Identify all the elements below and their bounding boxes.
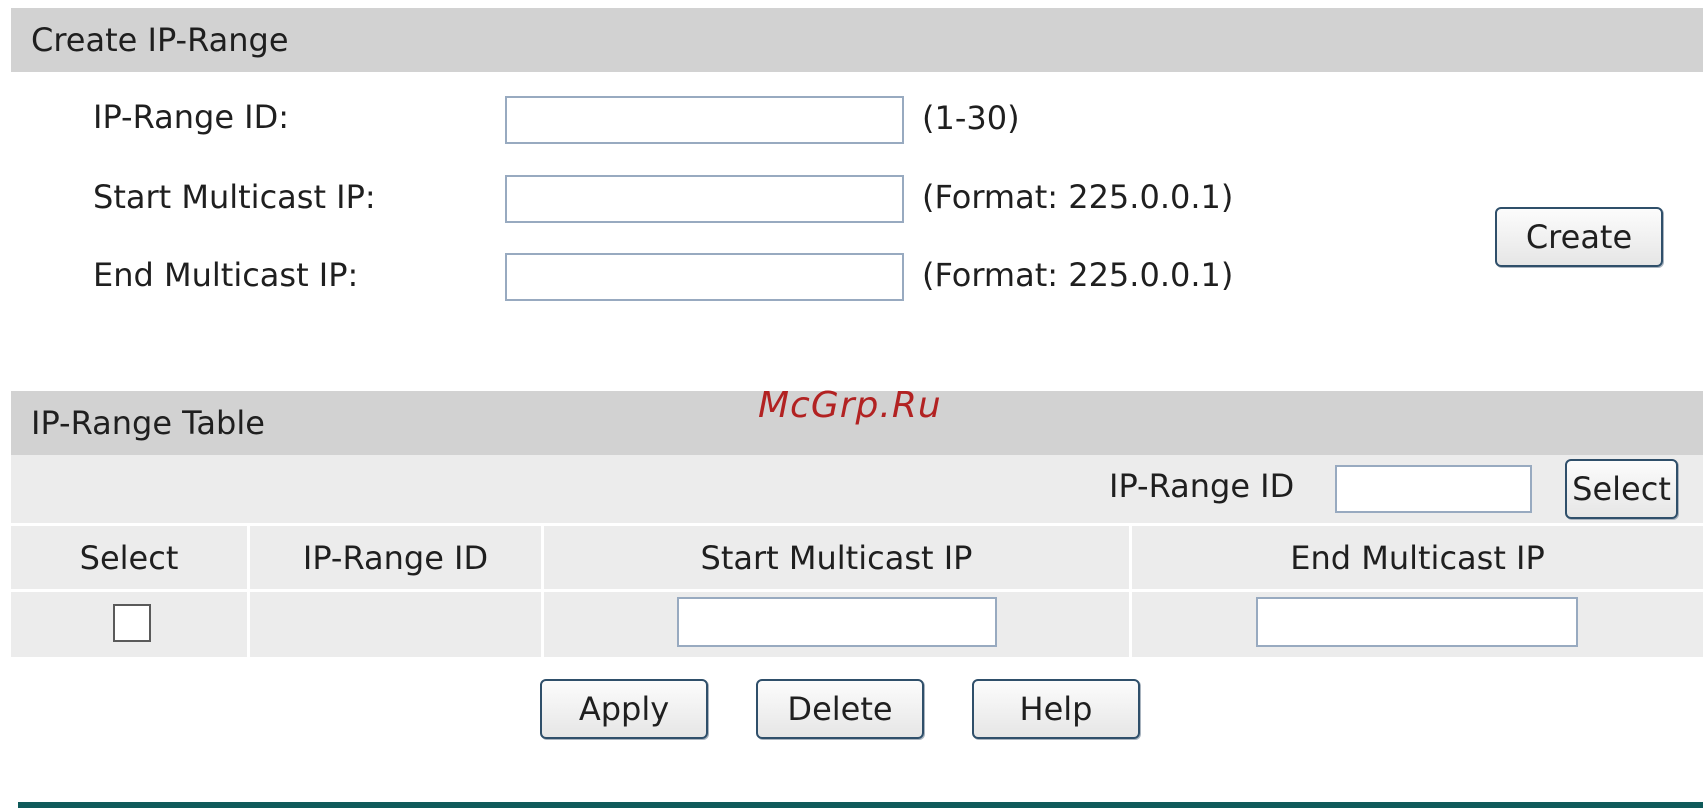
- column-header-ip-range-id: IP-Range ID: [302, 539, 489, 577]
- start-multicast-ip-input[interactable]: [505, 175, 904, 223]
- start-multicast-ip-hint: (Format: 225.0.0.1): [922, 178, 1234, 216]
- row-end-multicast-ip-input[interactable]: [1256, 597, 1578, 647]
- column-header-select: Select: [79, 539, 179, 577]
- end-multicast-ip-label: End Multicast IP:: [93, 256, 359, 294]
- apply-button[interactable]: Apply: [540, 679, 708, 739]
- column-header-end-multicast-ip: End Multicast IP: [1290, 539, 1545, 577]
- end-multicast-ip-input[interactable]: [505, 253, 904, 301]
- delete-button[interactable]: Delete: [756, 679, 924, 739]
- ip-range-id-hint: (1-30): [922, 99, 1020, 137]
- search-ip-range-id-label: IP-Range ID: [1109, 467, 1295, 505]
- row-start-multicast-ip-input[interactable]: [677, 597, 997, 647]
- footer-divider: [18, 802, 1703, 808]
- column-header-start-multicast-ip: Start Multicast IP: [700, 539, 973, 577]
- search-ip-range-id-input[interactable]: [1335, 465, 1532, 513]
- create-button[interactable]: Create: [1495, 207, 1663, 267]
- end-multicast-ip-hint: (Format: 225.0.0.1): [922, 256, 1234, 294]
- watermark-text: McGrp.Ru: [758, 385, 942, 426]
- ip-range-id-input[interactable]: [505, 96, 904, 144]
- help-button[interactable]: Help: [972, 679, 1140, 739]
- start-multicast-ip-label: Start Multicast IP:: [93, 178, 376, 216]
- create-ip-range-header: Create IP-Range: [11, 8, 1703, 72]
- select-button[interactable]: Select: [1565, 459, 1678, 519]
- row-select-checkbox[interactable]: [113, 604, 151, 642]
- ip-range-id-label: IP-Range ID:: [93, 98, 290, 136]
